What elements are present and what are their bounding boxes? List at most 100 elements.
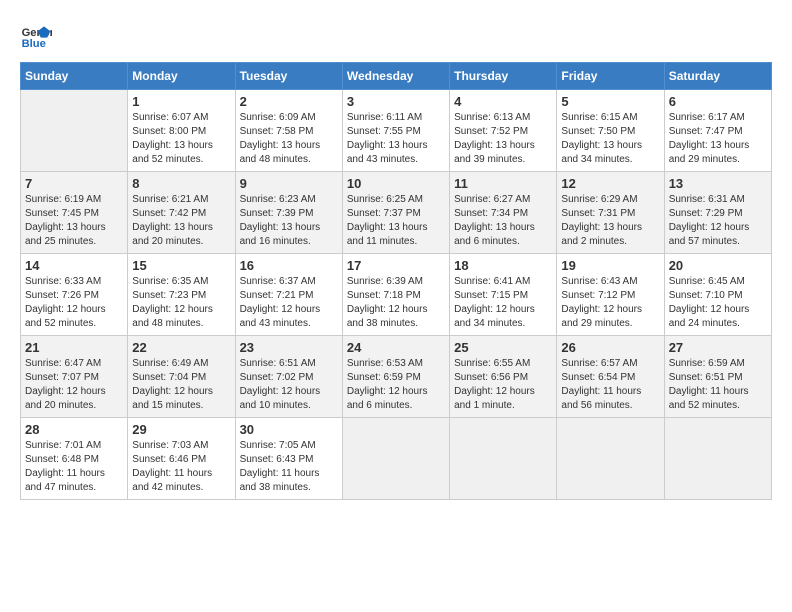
day-number: 26: [561, 340, 659, 355]
calendar-cell: [450, 418, 557, 500]
day-info: Sunrise: 6:39 AM Sunset: 7:18 PM Dayligh…: [347, 275, 445, 331]
day-info: Sunrise: 7:05 AM Sunset: 6:43 PM Dayligh…: [240, 439, 338, 495]
day-info: Sunrise: 6:43 AM Sunset: 7:12 PM Dayligh…: [561, 275, 659, 331]
day-info: Sunrise: 6:51 AM Sunset: 7:02 PM Dayligh…: [240, 357, 338, 413]
day-header-tuesday: Tuesday: [235, 63, 342, 90]
day-number: 10: [347, 176, 445, 191]
calendar-cell: 25 Sunrise: 6:55 AM Sunset: 6:56 PM Dayli…: [450, 336, 557, 418]
day-info: Sunrise: 6:11 AM Sunset: 7:55 PM Dayligh…: [347, 111, 445, 167]
day-number: 8: [132, 176, 230, 191]
calendar-cell: 9 Sunrise: 6:23 AM Sunset: 7:39 PM Daylig…: [235, 172, 342, 254]
calendar-cell: 2 Sunrise: 6:09 AM Sunset: 7:58 PM Daylig…: [235, 90, 342, 172]
calendar-cell: 17 Sunrise: 6:39 AM Sunset: 7:18 PM Dayli…: [342, 254, 449, 336]
day-info: Sunrise: 6:09 AM Sunset: 7:58 PM Dayligh…: [240, 111, 338, 167]
calendar-week-3: 14Sunrise: 6:33 AM Sunset: 7:26 PM Dayli…: [21, 254, 772, 336]
day-number: 1: [132, 94, 230, 109]
calendar-body: 1 Sunrise: 6:07 AM Sunset: 8:00 PM Daylig…: [21, 90, 772, 500]
day-number: 22: [132, 340, 230, 355]
day-info: Sunrise: 6:15 AM Sunset: 7:50 PM Dayligh…: [561, 111, 659, 167]
day-number: 21: [25, 340, 123, 355]
calendar-cell: 5Sunrise: 6:15 AM Sunset: 7:50 PM Daylig…: [557, 90, 664, 172]
day-number: 6: [669, 94, 767, 109]
calendar-cell: 22 Sunrise: 6:49 AM Sunset: 7:04 PM Dayli…: [128, 336, 235, 418]
day-info: Sunrise: 6:17 AM Sunset: 7:47 PM Dayligh…: [669, 111, 767, 167]
calendar-cell: 16 Sunrise: 6:37 AM Sunset: 7:21 PM Dayli…: [235, 254, 342, 336]
svg-text:Blue: Blue: [22, 38, 46, 50]
day-info: Sunrise: 6:49 AM Sunset: 7:04 PM Dayligh…: [132, 357, 230, 413]
day-info: Sunrise: 6:23 AM Sunset: 7:39 PM Dayligh…: [240, 193, 338, 249]
day-info: Sunrise: 6:07 AM Sunset: 8:00 PM Dayligh…: [132, 111, 230, 167]
calendar-cell: 24Sunrise: 6:53 AM Sunset: 6:59 PM Dayli…: [342, 336, 449, 418]
day-number: 11: [454, 176, 552, 191]
day-info: Sunrise: 6:21 AM Sunset: 7:42 PM Dayligh…: [132, 193, 230, 249]
day-header-thursday: Thursday: [450, 63, 557, 90]
day-header-saturday: Saturday: [664, 63, 771, 90]
calendar-cell: 7 Sunrise: 6:19 AM Sunset: 7:45 PM Daylig…: [21, 172, 128, 254]
day-number: 24: [347, 340, 445, 355]
calendar-cell: 12Sunrise: 6:29 AM Sunset: 7:31 PM Dayli…: [557, 172, 664, 254]
calendar-cell: [342, 418, 449, 500]
day-number: 4: [454, 94, 552, 109]
calendar-cell: 28 Sunrise: 7:01 AM Sunset: 6:48 PM Dayli…: [21, 418, 128, 500]
calendar-cell: 19 Sunrise: 6:43 AM Sunset: 7:12 PM Dayli…: [557, 254, 664, 336]
day-info: Sunrise: 6:55 AM Sunset: 6:56 PM Dayligh…: [454, 357, 552, 413]
calendar-week-5: 28 Sunrise: 7:01 AM Sunset: 6:48 PM Dayli…: [21, 418, 772, 500]
day-info: Sunrise: 6:57 AM Sunset: 6:54 PM Dayligh…: [561, 357, 659, 413]
calendar-cell: [664, 418, 771, 500]
day-info: Sunrise: 6:35 AM Sunset: 7:23 PM Dayligh…: [132, 275, 230, 331]
calendar-cell: 27Sunrise: 6:59 AM Sunset: 6:51 PM Dayli…: [664, 336, 771, 418]
calendar-header-row: SundayMondayTuesdayWednesdayThursdayFrid…: [21, 63, 772, 90]
day-number: 7: [25, 176, 123, 191]
calendar-week-2: 7 Sunrise: 6:19 AM Sunset: 7:45 PM Daylig…: [21, 172, 772, 254]
day-number: 12: [561, 176, 659, 191]
day-header-sunday: Sunday: [21, 63, 128, 90]
day-info: Sunrise: 6:47 AM Sunset: 7:07 PM Dayligh…: [25, 357, 123, 413]
day-number: 28: [25, 422, 123, 437]
calendar-cell: 11 Sunrise: 6:27 AM Sunset: 7:34 PM Dayli…: [450, 172, 557, 254]
calendar-table: SundayMondayTuesdayWednesdayThursdayFrid…: [20, 62, 772, 500]
calendar-cell: 30 Sunrise: 7:05 AM Sunset: 6:43 PM Dayli…: [235, 418, 342, 500]
day-number: 29: [132, 422, 230, 437]
day-number: 14: [25, 258, 123, 273]
calendar-cell: 4 Sunrise: 6:13 AM Sunset: 7:52 PM Daylig…: [450, 90, 557, 172]
day-number: 25: [454, 340, 552, 355]
day-info: Sunrise: 6:41 AM Sunset: 7:15 PM Dayligh…: [454, 275, 552, 331]
day-info: Sunrise: 7:01 AM Sunset: 6:48 PM Dayligh…: [25, 439, 123, 495]
calendar-cell: [557, 418, 664, 500]
calendar-week-4: 21 Sunrise: 6:47 AM Sunset: 7:07 PM Dayli…: [21, 336, 772, 418]
day-info: Sunrise: 6:25 AM Sunset: 7:37 PM Dayligh…: [347, 193, 445, 249]
calendar-cell: 13 Sunrise: 6:31 AM Sunset: 7:29 PM Dayli…: [664, 172, 771, 254]
day-number: 30: [240, 422, 338, 437]
calendar-cell: 26 Sunrise: 6:57 AM Sunset: 6:54 PM Dayli…: [557, 336, 664, 418]
day-number: 13: [669, 176, 767, 191]
calendar-cell: 14Sunrise: 6:33 AM Sunset: 7:26 PM Dayli…: [21, 254, 128, 336]
calendar-cell: 6 Sunrise: 6:17 AM Sunset: 7:47 PM Daylig…: [664, 90, 771, 172]
day-number: 17: [347, 258, 445, 273]
day-header-monday: Monday: [128, 63, 235, 90]
calendar-cell: 8 Sunrise: 6:21 AM Sunset: 7:42 PM Daylig…: [128, 172, 235, 254]
calendar-cell: 10 Sunrise: 6:25 AM Sunset: 7:37 PM Dayli…: [342, 172, 449, 254]
day-number: 16: [240, 258, 338, 273]
calendar-cell: 1 Sunrise: 6:07 AM Sunset: 8:00 PM Daylig…: [128, 90, 235, 172]
day-number: 3: [347, 94, 445, 109]
day-number: 9: [240, 176, 338, 191]
calendar-cell: 18Sunrise: 6:41 AM Sunset: 7:15 PM Dayli…: [450, 254, 557, 336]
day-number: 23: [240, 340, 338, 355]
day-header-wednesday: Wednesday: [342, 63, 449, 90]
day-number: 19: [561, 258, 659, 273]
day-info: Sunrise: 6:19 AM Sunset: 7:45 PM Dayligh…: [25, 193, 123, 249]
day-info: Sunrise: 6:59 AM Sunset: 6:51 PM Dayligh…: [669, 357, 767, 413]
day-info: Sunrise: 6:37 AM Sunset: 7:21 PM Dayligh…: [240, 275, 338, 331]
calendar-cell: 3 Sunrise: 6:11 AM Sunset: 7:55 PM Daylig…: [342, 90, 449, 172]
calendar-cell: 29 Sunrise: 7:03 AM Sunset: 6:46 PM Dayli…: [128, 418, 235, 500]
day-info: Sunrise: 6:27 AM Sunset: 7:34 PM Dayligh…: [454, 193, 552, 249]
day-number: 2: [240, 94, 338, 109]
day-info: Sunrise: 6:31 AM Sunset: 7:29 PM Dayligh…: [669, 193, 767, 249]
day-info: Sunrise: 6:45 AM Sunset: 7:10 PM Dayligh…: [669, 275, 767, 331]
calendar-cell: 21 Sunrise: 6:47 AM Sunset: 7:07 PM Dayli…: [21, 336, 128, 418]
day-info: Sunrise: 6:13 AM Sunset: 7:52 PM Dayligh…: [454, 111, 552, 167]
day-info: Sunrise: 7:03 AM Sunset: 6:46 PM Dayligh…: [132, 439, 230, 495]
calendar-week-1: 1 Sunrise: 6:07 AM Sunset: 8:00 PM Daylig…: [21, 90, 772, 172]
day-number: 20: [669, 258, 767, 273]
day-header-friday: Friday: [557, 63, 664, 90]
